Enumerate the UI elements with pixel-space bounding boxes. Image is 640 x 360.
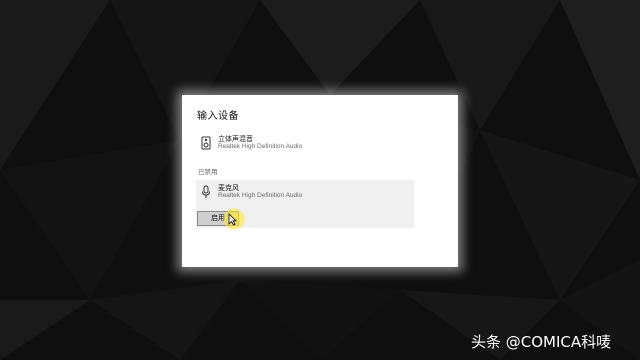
device-item-stereo-mix[interactable]: 立体声混音 Realtek High Definition Audio (196, 131, 414, 161)
input-devices-dialog: 输入设备 立体声混音 Realtek High Definition Audio… (182, 95, 458, 267)
microphone-icon (200, 184, 212, 198)
dialog-title: 输入设备 (197, 111, 239, 122)
watermark-text: 头条 @COMICA科唛 (471, 333, 612, 351)
device-description: Realtek High Definition Audio (218, 192, 303, 199)
mouse-cursor-icon (228, 213, 237, 226)
stereo-mix-icon (200, 135, 212, 150)
disabled-section-label: 已禁用 (198, 168, 218, 176)
device-description: Realtek High Definition Audio (218, 143, 303, 150)
